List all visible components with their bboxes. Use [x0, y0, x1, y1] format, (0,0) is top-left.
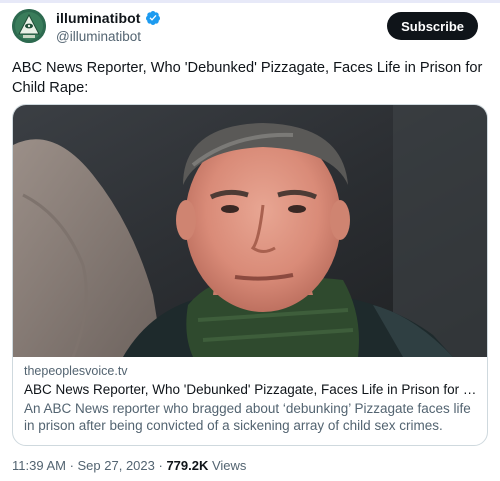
- tweet-header: illuminatibot @illuminatibot Subscribe: [12, 9, 488, 49]
- footer-separator: ·: [154, 458, 167, 473]
- verified-badge-icon: [145, 10, 161, 26]
- card-image[interactable]: [13, 105, 487, 358]
- top-strip: [0, 0, 500, 3]
- views-label: Views: [208, 458, 247, 473]
- timestamp[interactable]: 11:39 AM · Sep 27, 2023: [12, 458, 155, 473]
- card-title[interactable]: ABC News Reporter, Who 'Debunked' Pizzag…: [24, 382, 477, 397]
- card-meta: thepeoplesvoice.tv ABC News Reporter, Wh…: [24, 364, 477, 434]
- views-count: 779.2K: [166, 458, 209, 473]
- card-description: An ABC News reporter who bragged about ‘…: [24, 401, 471, 433]
- avatar[interactable]: [12, 9, 46, 43]
- subscribe-button[interactable]: Subscribe: [387, 12, 478, 40]
- tweet-footer: 11:39 AM · Sep 27, 2023 · 779.2K Views: [12, 458, 246, 473]
- account-names: illuminatibot @illuminatibot: [56, 9, 161, 44]
- tweet-text: ABC News Reporter, Who 'Debunked' Pizzag…: [12, 60, 483, 96]
- link-card[interactable]: thepeoplesvoice.tv ABC News Reporter, Wh…: [12, 104, 488, 446]
- pyramid-eye-avatar: [12, 9, 46, 43]
- account-handle[interactable]: @illuminatibot: [56, 29, 161, 44]
- card-domain: thepeoplesvoice.tv: [24, 364, 128, 378]
- display-name[interactable]: illuminatibot: [56, 10, 141, 26]
